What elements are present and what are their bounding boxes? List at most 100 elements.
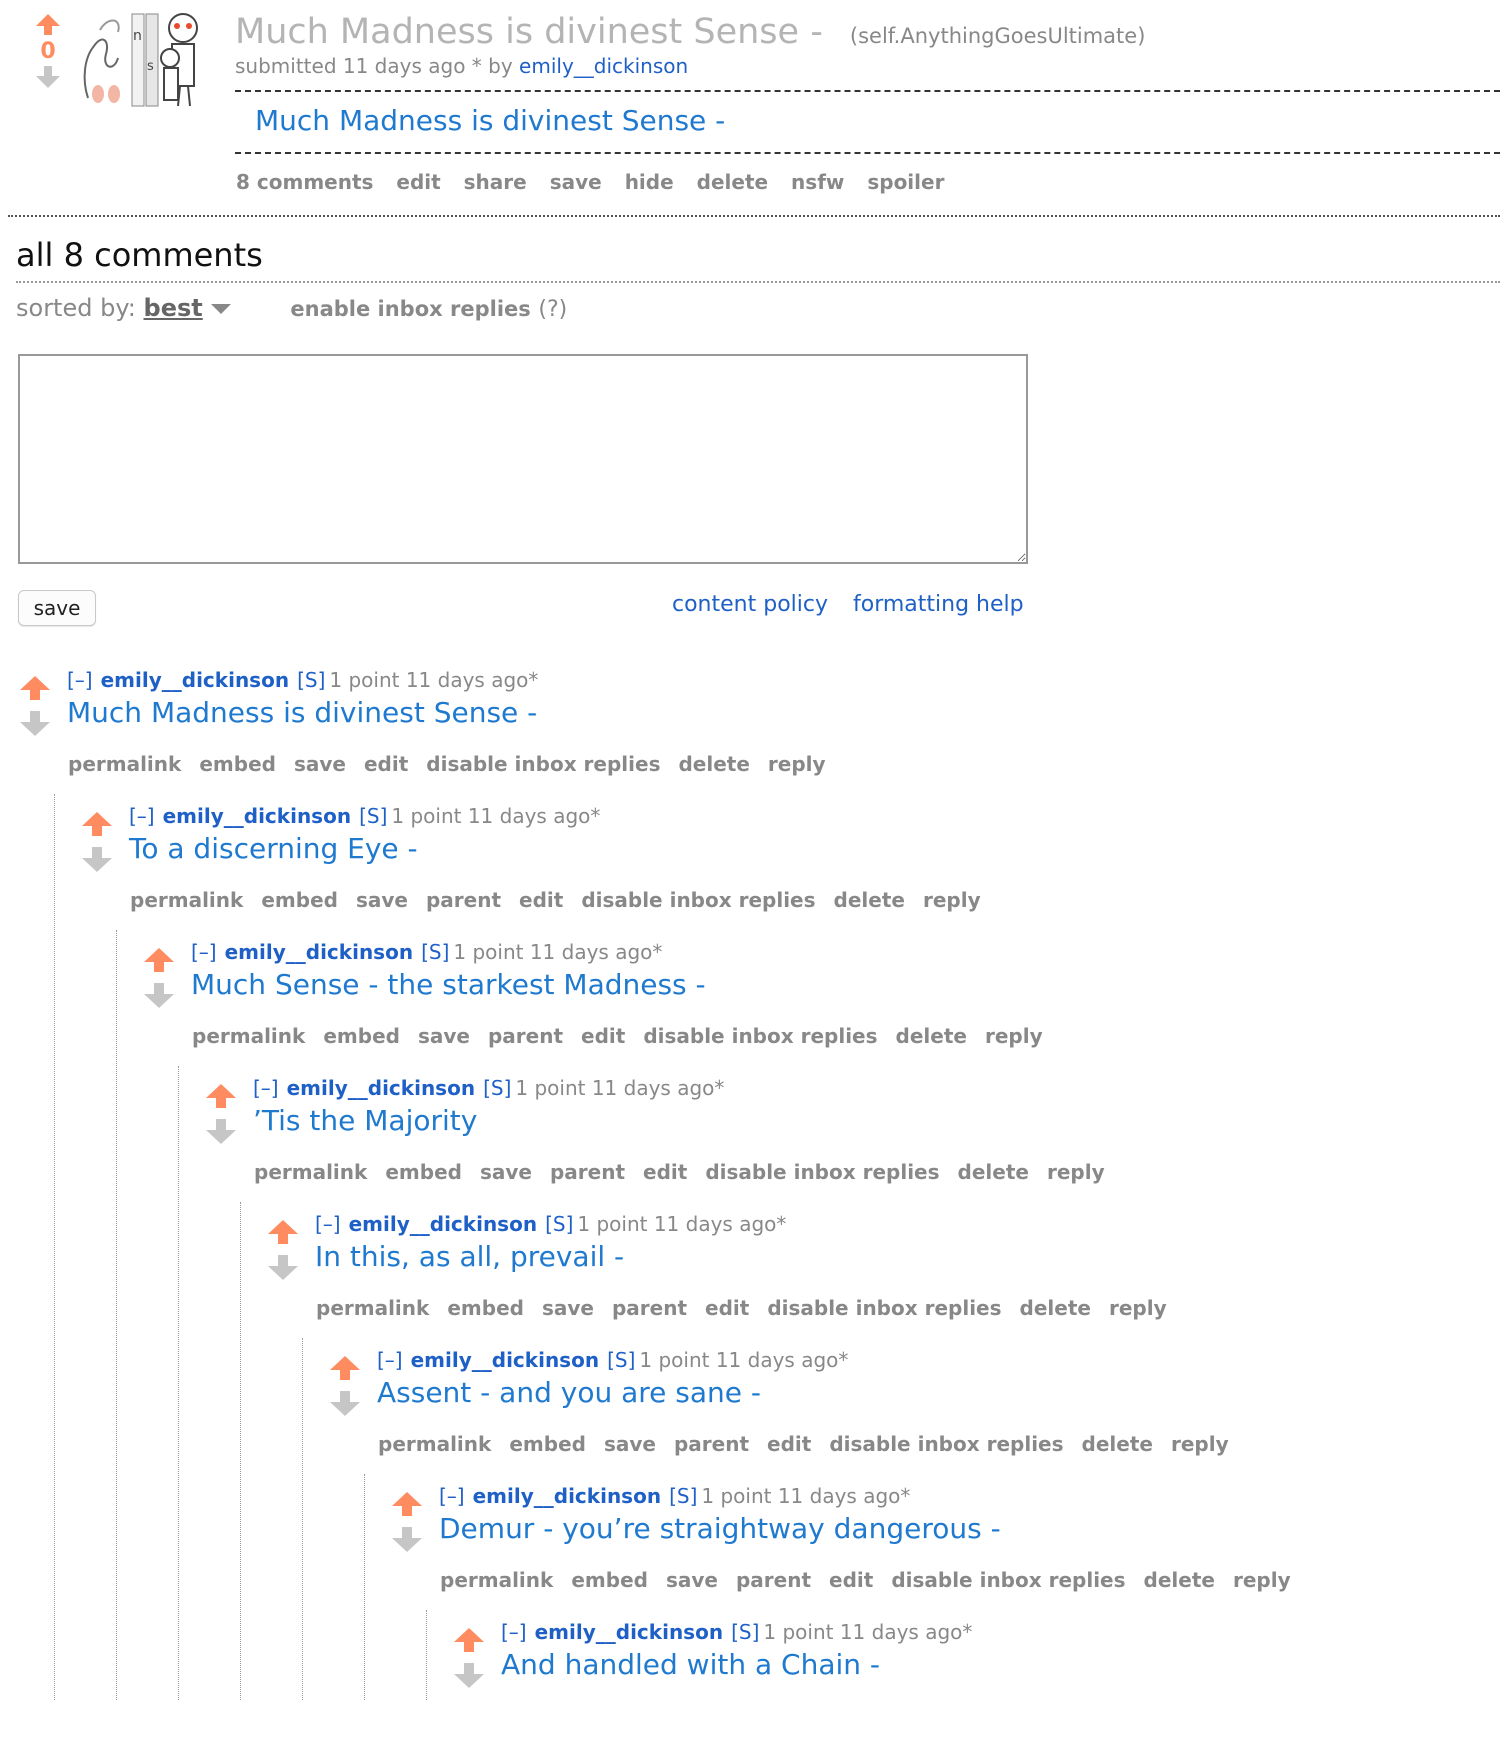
comment-edit-button[interactable]: edit bbox=[705, 1296, 749, 1320]
downvote-arrow-icon[interactable] bbox=[268, 1255, 298, 1280]
comment-reply-button[interactable]: reply bbox=[768, 752, 826, 776]
comment-edit-button[interactable]: edit bbox=[519, 888, 563, 912]
comment-permalink-button[interactable]: permalink bbox=[192, 1024, 305, 1048]
downvote-arrow-icon[interactable] bbox=[392, 1527, 422, 1552]
post-delete-button[interactable]: delete bbox=[697, 170, 768, 194]
comment-edit-button[interactable]: edit bbox=[829, 1568, 873, 1592]
comment-embed-button[interactable]: embed bbox=[509, 1432, 586, 1456]
collapse-toggle[interactable]: [–] bbox=[129, 804, 155, 828]
comment-parent-button[interactable]: parent bbox=[550, 1160, 625, 1184]
comment-save-button[interactable]: save bbox=[480, 1160, 532, 1184]
sort-dropdown[interactable]: best bbox=[144, 294, 203, 322]
upvote-arrow-icon[interactable] bbox=[268, 1220, 298, 1244]
downvote-arrow-icon[interactable] bbox=[82, 847, 112, 872]
post-edit-button[interactable]: edit bbox=[396, 170, 440, 194]
comment-parent-button[interactable]: parent bbox=[488, 1024, 563, 1048]
post-nsfw-button[interactable]: nsfw bbox=[791, 170, 844, 194]
comment-delete-button[interactable]: delete bbox=[1144, 1568, 1215, 1592]
comment-reply-button[interactable]: reply bbox=[985, 1024, 1043, 1048]
collapse-toggle[interactable]: [–] bbox=[191, 940, 217, 964]
comment-author-link[interactable]: emily__dickinson bbox=[535, 1620, 723, 1644]
comment-edit-button[interactable]: edit bbox=[364, 752, 408, 776]
upvote-arrow-icon[interactable] bbox=[144, 948, 174, 972]
upvote-arrow-icon[interactable] bbox=[36, 14, 60, 35]
post-save-button[interactable]: save bbox=[550, 170, 602, 194]
formatting-help-link[interactable]: formatting help bbox=[853, 592, 1024, 617]
comment-save-button[interactable]: save bbox=[294, 752, 346, 776]
enable-inbox-replies-button[interactable]: enable inbox replies bbox=[290, 297, 530, 321]
comment-save-button[interactable]: save bbox=[542, 1296, 594, 1320]
collapse-toggle[interactable]: [–] bbox=[439, 1484, 465, 1508]
comment-embed-button[interactable]: embed bbox=[199, 752, 276, 776]
submitter-badge[interactable]: [S] bbox=[297, 668, 325, 692]
collapse-toggle[interactable]: [–] bbox=[315, 1212, 341, 1236]
comment-author-link[interactable]: emily__dickinson bbox=[349, 1212, 537, 1236]
upvote-arrow-icon[interactable] bbox=[206, 1084, 236, 1108]
comment-save-button[interactable]: save bbox=[418, 1024, 470, 1048]
comment-parent-button[interactable]: parent bbox=[426, 888, 501, 912]
post-hide-button[interactable]: hide bbox=[625, 170, 674, 194]
comment-delete-button[interactable]: delete bbox=[1020, 1296, 1091, 1320]
comment-permalink-button[interactable]: permalink bbox=[440, 1568, 553, 1592]
comment-delete-button[interactable]: delete bbox=[958, 1160, 1029, 1184]
submitter-badge[interactable]: [S] bbox=[359, 804, 387, 828]
comment-embed-button[interactable]: embed bbox=[571, 1568, 648, 1592]
upvote-arrow-icon[interactable] bbox=[392, 1492, 422, 1516]
comment-disable-inbox-replies-button[interactable]: disable inbox replies bbox=[829, 1432, 1063, 1456]
submitter-badge[interactable]: [S] bbox=[545, 1212, 573, 1236]
comment-disable-inbox-replies-button[interactable]: disable inbox replies bbox=[643, 1024, 877, 1048]
comment-delete-button[interactable]: delete bbox=[834, 888, 905, 912]
downvote-arrow-icon[interactable] bbox=[144, 983, 174, 1008]
comment-delete-button[interactable]: delete bbox=[1082, 1432, 1153, 1456]
submitter-badge[interactable]: [S] bbox=[421, 940, 449, 964]
collapse-toggle[interactable]: [–] bbox=[67, 668, 93, 692]
comment-edit-button[interactable]: edit bbox=[581, 1024, 625, 1048]
comment-delete-button[interactable]: delete bbox=[896, 1024, 967, 1048]
submitter-badge[interactable]: [S] bbox=[483, 1076, 511, 1100]
comment-author-link[interactable]: emily__dickinson bbox=[101, 668, 289, 692]
comment-disable-inbox-replies-button[interactable]: disable inbox replies bbox=[767, 1296, 1001, 1320]
comment-delete-button[interactable]: delete bbox=[678, 752, 749, 776]
post-thumbnail[interactable]: n s bbox=[80, 10, 205, 110]
collapse-toggle[interactable]: [–] bbox=[253, 1076, 279, 1100]
comment-author-link[interactable]: emily__dickinson bbox=[163, 804, 351, 828]
post-comments-button[interactable]: 8 comments bbox=[236, 170, 373, 194]
comment-parent-button[interactable]: parent bbox=[612, 1296, 687, 1320]
collapse-toggle[interactable]: [–] bbox=[377, 1348, 403, 1372]
comment-author-link[interactable]: emily__dickinson bbox=[473, 1484, 661, 1508]
inbox-help-link[interactable]: (?) bbox=[538, 297, 567, 322]
comment-disable-inbox-replies-button[interactable]: disable inbox replies bbox=[705, 1160, 939, 1184]
comment-reply-button[interactable]: reply bbox=[1171, 1432, 1229, 1456]
comment-reply-button[interactable]: reply bbox=[1109, 1296, 1167, 1320]
post-share-button[interactable]: share bbox=[464, 170, 527, 194]
upvote-arrow-icon[interactable] bbox=[82, 812, 112, 836]
collapse-toggle[interactable]: [–] bbox=[501, 1620, 527, 1644]
upvote-arrow-icon[interactable] bbox=[20, 676, 50, 700]
post-spoiler-button[interactable]: spoiler bbox=[867, 170, 944, 194]
comment-embed-button[interactable]: embed bbox=[385, 1160, 462, 1184]
upvote-arrow-icon[interactable] bbox=[330, 1356, 360, 1380]
comment-save-button[interactable]: save bbox=[666, 1568, 718, 1592]
comment-permalink-button[interactable]: permalink bbox=[254, 1160, 367, 1184]
comment-parent-button[interactable]: parent bbox=[674, 1432, 749, 1456]
comment-reply-button[interactable]: reply bbox=[923, 888, 981, 912]
comment-disable-inbox-replies-button[interactable]: disable inbox replies bbox=[891, 1568, 1125, 1592]
comment-permalink-button[interactable]: permalink bbox=[378, 1432, 491, 1456]
comment-disable-inbox-replies-button[interactable]: disable inbox replies bbox=[581, 888, 815, 912]
comment-permalink-button[interactable]: permalink bbox=[316, 1296, 429, 1320]
post-title[interactable]: Much Madness is divinest Sense - bbox=[235, 12, 823, 52]
comment-parent-button[interactable]: parent bbox=[736, 1568, 811, 1592]
comment-disable-inbox-replies-button[interactable]: disable inbox replies bbox=[426, 752, 660, 776]
content-policy-link[interactable]: content policy bbox=[672, 592, 828, 617]
downvote-arrow-icon[interactable] bbox=[206, 1119, 236, 1144]
save-comment-button[interactable]: save bbox=[18, 590, 96, 626]
comment-save-button[interactable]: save bbox=[356, 888, 408, 912]
submitter-badge[interactable]: [S] bbox=[607, 1348, 635, 1372]
upvote-arrow-icon[interactable] bbox=[454, 1628, 484, 1652]
comment-permalink-button[interactable]: permalink bbox=[130, 888, 243, 912]
downvote-arrow-icon[interactable] bbox=[330, 1391, 360, 1416]
submitter-badge[interactable]: [S] bbox=[731, 1620, 759, 1644]
comment-embed-button[interactable]: embed bbox=[447, 1296, 524, 1320]
comment-reply-button[interactable]: reply bbox=[1047, 1160, 1105, 1184]
chevron-down-icon[interactable] bbox=[210, 304, 231, 314]
